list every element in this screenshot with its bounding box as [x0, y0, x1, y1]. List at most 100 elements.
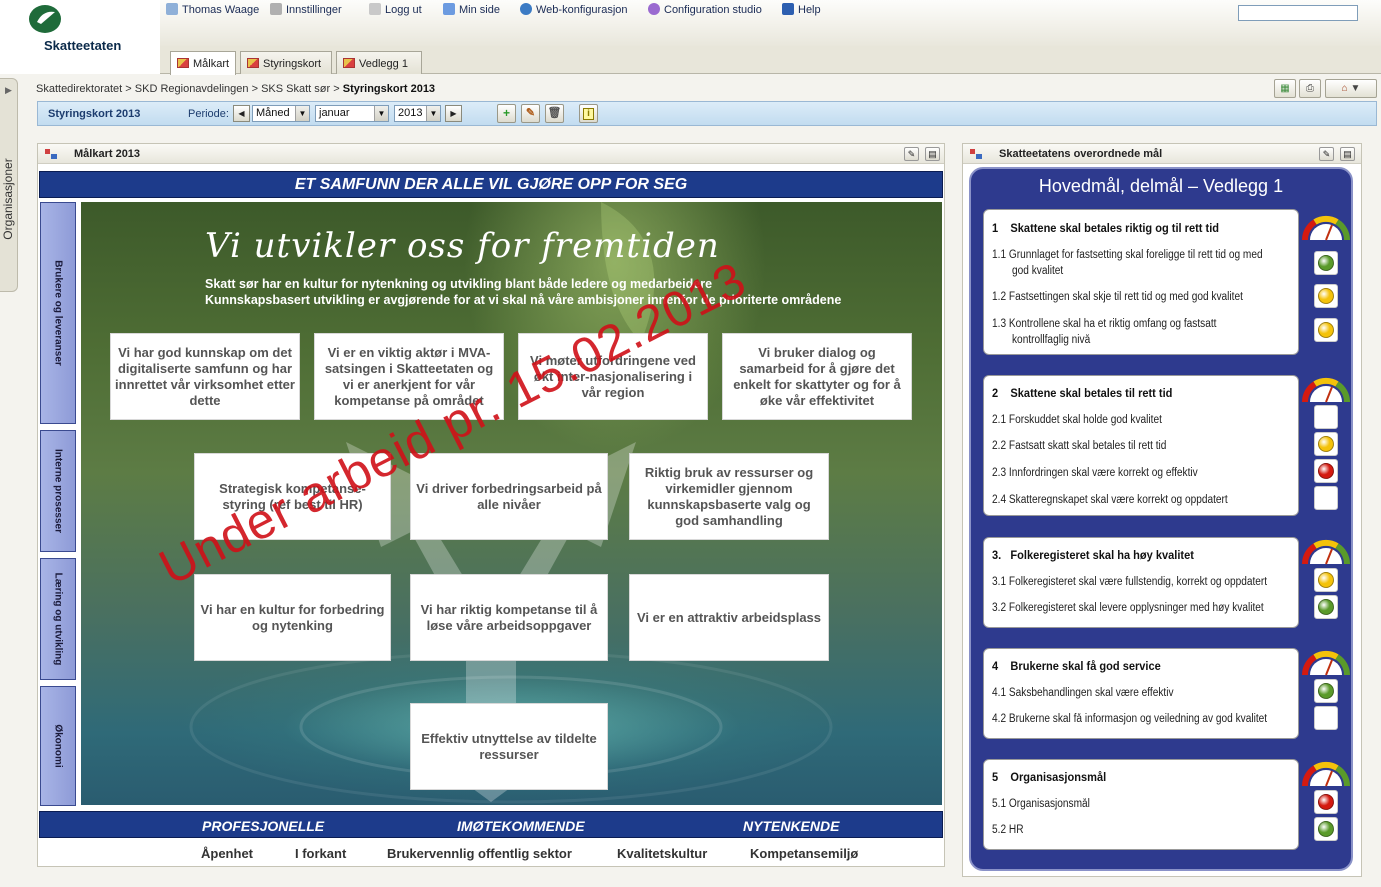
user-icon — [166, 3, 178, 15]
status-dot-icon — [1318, 599, 1334, 615]
breadcrumb-item[interactable]: SKS Skatt sør — [261, 83, 330, 95]
add-button[interactable]: + — [497, 104, 516, 123]
print-button[interactable]: ⎙ — [1299, 79, 1321, 98]
subgoal-cont: god kvalitet — [1012, 265, 1064, 277]
panel-header: Skatteetatens overordnede mål ✎ ▤ — [963, 144, 1361, 164]
breadcrumb-item[interactable]: Skattedirektoratet — [36, 83, 122, 95]
status-light[interactable] — [1314, 679, 1338, 703]
perspective-users[interactable]: Brukere og leveranser — [40, 202, 76, 424]
topnav-help[interactable]: Help — [782, 3, 821, 16]
perspective-learning[interactable]: Læring og utvikling — [40, 558, 76, 680]
status-light[interactable] — [1314, 817, 1338, 841]
goal-box[interactable]: Vi er en attraktiv arbeidsplass — [629, 574, 829, 661]
subgoal: 2.3 Innfordringen skal være korrekt og e… — [992, 467, 1198, 479]
group-title: 1 Skattene skal betales riktig og til re… — [992, 221, 1220, 235]
expand-arrow-icon[interactable]: ▶ — [3, 85, 14, 97]
goal-box[interactable]: Vi driver forbedringsarbeid på alle nivå… — [410, 453, 608, 540]
status-light[interactable] — [1314, 318, 1338, 342]
status-dot-icon — [1318, 794, 1334, 810]
goal-group-card[interactable]: 5 Organisasjonsmål 5.1 Organisasjonsmål … — [983, 759, 1299, 850]
group-title: 4 Brukerne skal få god service — [992, 659, 1161, 673]
panel-delete-button[interactable]: ▤ — [1340, 147, 1355, 161]
status-light[interactable] — [1314, 486, 1338, 510]
subgoal: 5.2 HR — [992, 824, 1024, 836]
tab-label: Vedlegg 1 — [359, 58, 408, 70]
topnav-user[interactable]: Thomas Waage — [166, 3, 259, 16]
year-select[interactable]: 2013 ▼ — [394, 105, 441, 122]
search-input[interactable] — [1238, 5, 1358, 21]
status-light[interactable] — [1314, 432, 1338, 456]
goal-box[interactable]: Vi bruker dialog og samarbeid for å gjør… — [722, 333, 912, 420]
status-light[interactable] — [1314, 405, 1338, 429]
core-value: Åpenhet — [201, 846, 253, 861]
goal-box[interactable]: Vi har god kunnskap om det digitaliserte… — [110, 333, 300, 420]
home-menu-button[interactable]: ⌂ ▼ — [1325, 79, 1377, 98]
panel-edit-button[interactable]: ✎ — [904, 147, 919, 161]
breadcrumb-item[interactable]: SKD Regionavdelingen — [135, 83, 249, 95]
app-window: Skatteetaten Thomas Waage Innstillinger … — [0, 0, 1381, 887]
panel-delete-button[interactable]: ▤ — [925, 147, 940, 161]
info-button[interactable]: i — [579, 104, 598, 123]
topnav-logout[interactable]: Logg ut — [369, 3, 422, 16]
status-light[interactable] — [1314, 790, 1338, 814]
status-light[interactable] — [1314, 459, 1338, 483]
period-type-select[interactable]: Måned ▼ — [252, 105, 310, 122]
core-value: Kvalitetskultur — [617, 846, 708, 861]
select-value: 2013 — [398, 107, 423, 119]
panel-settings-icon[interactable] — [969, 148, 983, 160]
goal-box[interactable]: Vi har riktig kompetanse til å løse våre… — [410, 574, 608, 661]
studio-icon — [648, 3, 660, 15]
period-next-button[interactable]: ▶ — [445, 105, 462, 122]
edit-button[interactable]: ✎ — [521, 104, 540, 123]
goal-group-card[interactable]: 2 Skattene skal betales til rett tid 2.1… — [983, 375, 1299, 516]
sidebar-label: Organisasjoner — [1, 158, 15, 240]
panel-settings-icon[interactable] — [44, 148, 58, 160]
value-banner-label: IMØTEKOMMENDE — [457, 818, 585, 834]
logo-icon — [29, 5, 61, 33]
breadcrumb-separator: > — [333, 83, 340, 95]
status-dot-icon — [1318, 436, 1334, 452]
month-select[interactable]: januar ▼ — [315, 105, 389, 122]
goal-box[interactable]: Riktig bruk av ressurser og virkemidler … — [629, 453, 829, 540]
topnav-settings[interactable]: Innstillinger — [270, 3, 342, 16]
tab-styringskort[interactable]: Styringskort — [240, 51, 332, 74]
help-icon — [782, 3, 794, 15]
topnav-label: Help — [798, 4, 821, 16]
topnav-label: Configuration studio — [664, 4, 762, 16]
tab-label: Målkart — [193, 58, 230, 70]
delete-button[interactable]: 🗑 — [545, 104, 564, 123]
topnav-web-config[interactable]: Web-konfigurasjon — [520, 3, 628, 16]
tab-bar: Målkart Styringskort Vedlegg 1 — [160, 46, 1381, 75]
logo-text: Skatteetaten — [44, 38, 122, 53]
select-value: januar — [319, 107, 350, 119]
status-light[interactable] — [1314, 706, 1338, 730]
status-light[interactable] — [1314, 251, 1338, 275]
perspective-internal-processes[interactable]: Interne prosesser — [40, 430, 76, 552]
panel-edit-button[interactable]: ✎ — [1319, 147, 1334, 161]
status-dot-icon — [1318, 255, 1334, 271]
goal-group-card[interactable]: 4 Brukerne skal få god service 4.1 Saksb… — [983, 648, 1299, 739]
gauge-icon — [1302, 539, 1350, 565]
chevron-down-icon: ▼ — [374, 106, 388, 121]
tab-malkart[interactable]: Målkart — [170, 51, 236, 75]
goal-group-card[interactable]: 1 Skattene skal betales riktig og til re… — [983, 209, 1299, 355]
panel-header: Målkart 2013 ✎ ▤ — [38, 144, 944, 164]
goal-box[interactable]: Effektiv utnyttelse av tildelte ressurse… — [410, 703, 608, 790]
topnav-my-page[interactable]: Min side — [443, 3, 500, 16]
layout-button[interactable]: ▦ — [1274, 79, 1296, 98]
breadcrumb-separator: > — [125, 83, 132, 95]
status-dot-icon — [1318, 821, 1334, 837]
tab-vedlegg-1[interactable]: Vedlegg 1 — [336, 51, 422, 74]
status-light[interactable] — [1314, 595, 1338, 619]
status-light[interactable] — [1314, 284, 1338, 308]
period-prev-button[interactable]: ◀ — [233, 105, 250, 122]
printer-icon: ⎙ — [1306, 83, 1314, 94]
goal-box[interactable]: Vi har en kultur for forbedring og nyten… — [194, 574, 391, 661]
perspective-economy[interactable]: Økonomi — [40, 686, 76, 806]
subgoal: 1.3 Kontrollene skal ha et riktig omfang… — [992, 318, 1217, 330]
goal-group-card[interactable]: 3. Folkeregisteret skal ha høy kvalitet … — [983, 537, 1299, 628]
status-light[interactable] — [1314, 568, 1338, 592]
trash-icon: ▤ — [1343, 149, 1352, 159]
organisation-sidebar[interactable]: ▶ Organisasjoner — [0, 78, 18, 292]
topnav-config-studio[interactable]: Configuration studio — [648, 3, 762, 16]
